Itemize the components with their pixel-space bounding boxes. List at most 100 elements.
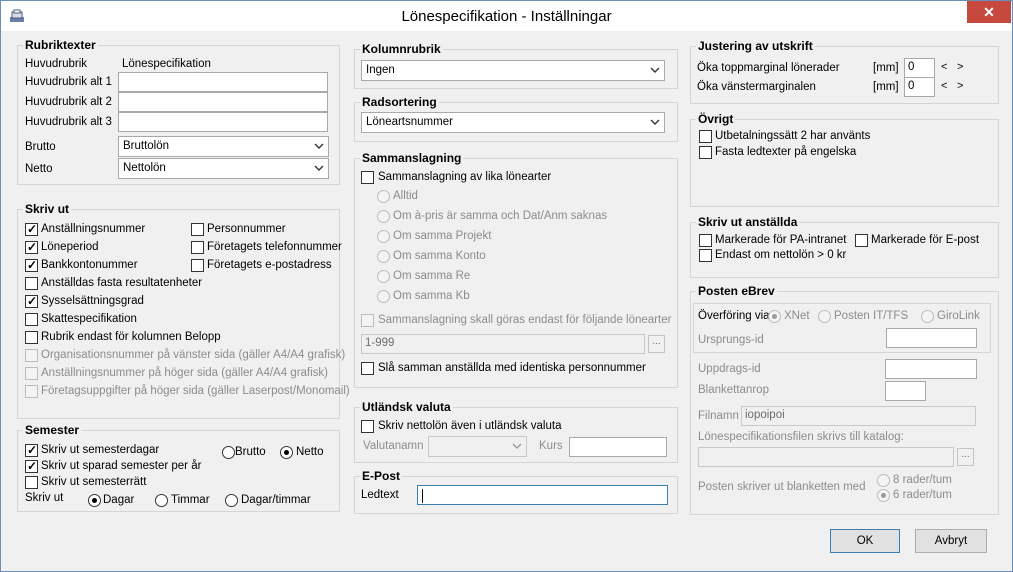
- vanster-decrease-button[interactable]: <: [941, 80, 947, 92]
- topp-input[interactable]: 0: [904, 58, 935, 78]
- netto-radio[interactable]: [280, 446, 293, 459]
- kurs-label: Kurs: [539, 440, 563, 452]
- posten-radio[interactable]: [818, 310, 831, 323]
- skrivut-right-item-2-checkbox[interactable]: [191, 259, 204, 272]
- ok-button[interactable]: OK: [830, 529, 900, 553]
- timmar-radio-label: Timmar: [171, 494, 210, 506]
- radio-dot: [284, 450, 289, 455]
- anstallda-title: Skriv ut anställda: [696, 215, 800, 229]
- netto-dropdown-value: Nettolön: [123, 162, 166, 174]
- samman-option-3-radio[interactable]: [377, 250, 390, 263]
- alt1-input[interactable]: [118, 72, 328, 92]
- skrivut-item-6-checkbox[interactable]: [25, 331, 38, 344]
- ursprung-input[interactable]: [886, 328, 977, 348]
- semester-item-1-checkbox[interactable]: ✓: [25, 460, 38, 473]
- title-bar: Lönespecifikation - Inställningar ✕: [1, 1, 1012, 31]
- samman-option-1-radio[interactable]: [377, 210, 390, 223]
- topp-decrease-button[interactable]: <: [941, 61, 947, 73]
- topp-increase-button[interactable]: >: [957, 61, 963, 73]
- chevron-down-icon: [512, 443, 522, 449]
- ovrigt-item-0-checkbox[interactable]: [699, 130, 712, 143]
- close-button[interactable]: ✕: [967, 1, 1011, 23]
- valuta-checkbox[interactable]: [361, 420, 374, 433]
- rader6-radio[interactable]: [877, 489, 890, 502]
- brutto-dropdown[interactable]: Bruttolön: [118, 136, 329, 157]
- radio-dot: [772, 314, 777, 319]
- endast-browse-button[interactable]: ...: [648, 335, 665, 353]
- timmar-radio[interactable]: [155, 494, 168, 507]
- valutanamn-dropdown[interactable]: [428, 436, 527, 457]
- rader8-radio[interactable]: [877, 474, 890, 487]
- topp-unit: [mm]: [873, 62, 899, 74]
- text-caret: [422, 489, 423, 503]
- vanster-increase-button[interactable]: >: [957, 80, 963, 92]
- katalog-browse-button[interactable]: ...: [957, 448, 974, 466]
- endast-label: Sammanslagning skall göras endast för fö…: [378, 314, 672, 326]
- brutto-radio[interactable]: [222, 446, 235, 459]
- samman-option-2-label: Om samma Projekt: [393, 230, 492, 242]
- netto-dropdown[interactable]: Nettolön: [118, 158, 329, 179]
- ovrigt-item-1-checkbox[interactable]: [699, 146, 712, 159]
- anstallda-epost-checkbox[interactable]: [855, 234, 868, 247]
- sammanslagning-checkbox[interactable]: [361, 171, 374, 184]
- dagartimmar-radio[interactable]: [225, 494, 238, 507]
- anstallda-epost-label: Markerade för E-post: [871, 234, 980, 246]
- kurs-input[interactable]: [569, 437, 667, 457]
- ledtext-input[interactable]: [417, 485, 668, 505]
- dagar-radio[interactable]: [88, 494, 101, 507]
- valuta-title: Utländsk valuta: [360, 400, 453, 414]
- semester-item-2-checkbox[interactable]: [25, 476, 38, 489]
- girolink-radio[interactable]: [921, 310, 934, 323]
- skrivut-item-8-checkbox[interactable]: [25, 367, 38, 380]
- pa-checkbox[interactable]: [699, 234, 712, 247]
- samman-option-0-radio[interactable]: [377, 190, 390, 203]
- alt3-input[interactable]: [118, 112, 328, 132]
- radsortering-dropdown[interactable]: Löneartsnummer: [361, 112, 665, 133]
- endast-input[interactable]: 1-999: [361, 334, 645, 354]
- skrivut-item-1-checkbox[interactable]: ✓: [25, 241, 38, 254]
- nettolon-checkbox[interactable]: [699, 249, 712, 262]
- kolumnrubrik-dropdown[interactable]: Ingen: [361, 60, 665, 81]
- semester-title: Semester: [23, 423, 82, 437]
- alt2-input[interactable]: [118, 92, 328, 112]
- rubriktexter-title: Rubriktexter: [23, 38, 98, 52]
- skrivut-item-0-checkbox[interactable]: ✓: [25, 223, 38, 236]
- skrivut-item-3-checkbox[interactable]: [25, 277, 38, 290]
- skrivut-item-7-checkbox[interactable]: [25, 349, 38, 362]
- skrivut-item-2-checkbox[interactable]: ✓: [25, 259, 38, 272]
- alt3-label: Huvudrubrik alt 3: [25, 116, 112, 128]
- samman-option-5-radio[interactable]: [377, 290, 390, 303]
- samman-option-4-radio[interactable]: [377, 270, 390, 283]
- skrivut-item-4-checkbox[interactable]: ✓: [25, 295, 38, 308]
- semester-item-0-checkbox[interactable]: ✓: [25, 444, 38, 457]
- xnet-radio[interactable]: [768, 310, 781, 323]
- kolumnrubrik-value: Ingen: [366, 64, 395, 76]
- vanster-input[interactable]: 0: [904, 77, 935, 97]
- blankett-label: Blankettanrop: [698, 384, 769, 396]
- skrivut-item-9-checkbox[interactable]: [25, 385, 38, 398]
- skrivut-item-2-label: Bankkontonummer: [41, 259, 138, 271]
- semester-item-2-label: Skriv ut semesterrätt: [41, 476, 147, 488]
- skrivut-item-4-label: Sysselsättningsgrad: [41, 295, 144, 307]
- checkmark-icon: ✓: [27, 443, 38, 457]
- cancel-button[interactable]: Avbryt: [915, 529, 987, 553]
- skrivut-right-item-1-checkbox[interactable]: [191, 241, 204, 254]
- samman-option-2-radio[interactable]: [377, 230, 390, 243]
- checkmark-icon: ✓: [27, 222, 38, 236]
- katalog-input[interactable]: [698, 447, 954, 467]
- girolink-label: GiroLink: [937, 310, 980, 322]
- endast-checkbox[interactable]: [361, 314, 374, 327]
- skrivut-item-8-label: Anställningsnummer på höger sida (gäller…: [41, 367, 329, 379]
- skrivut-right-item-0-checkbox[interactable]: [191, 223, 204, 236]
- skrivut-right-item-0-label: Personnummer: [207, 223, 286, 235]
- uppdrag-input[interactable]: [885, 359, 977, 379]
- topp-label: Öka toppmarginal lönerader: [697, 62, 840, 74]
- blankett-input[interactable]: [885, 381, 926, 401]
- sla-checkbox[interactable]: [361, 362, 374, 375]
- filnamn-input[interactable]: iopoipoi: [741, 406, 976, 426]
- checkmark-icon: ✓: [27, 459, 38, 473]
- checkmark-icon: ✓: [27, 258, 38, 272]
- ovrigt-item-1-label: Fasta ledtexter på engelska: [715, 146, 857, 158]
- semester-item-1-label: Skriv ut sparad semester per år: [41, 460, 202, 472]
- skrivut-item-5-checkbox[interactable]: [25, 313, 38, 326]
